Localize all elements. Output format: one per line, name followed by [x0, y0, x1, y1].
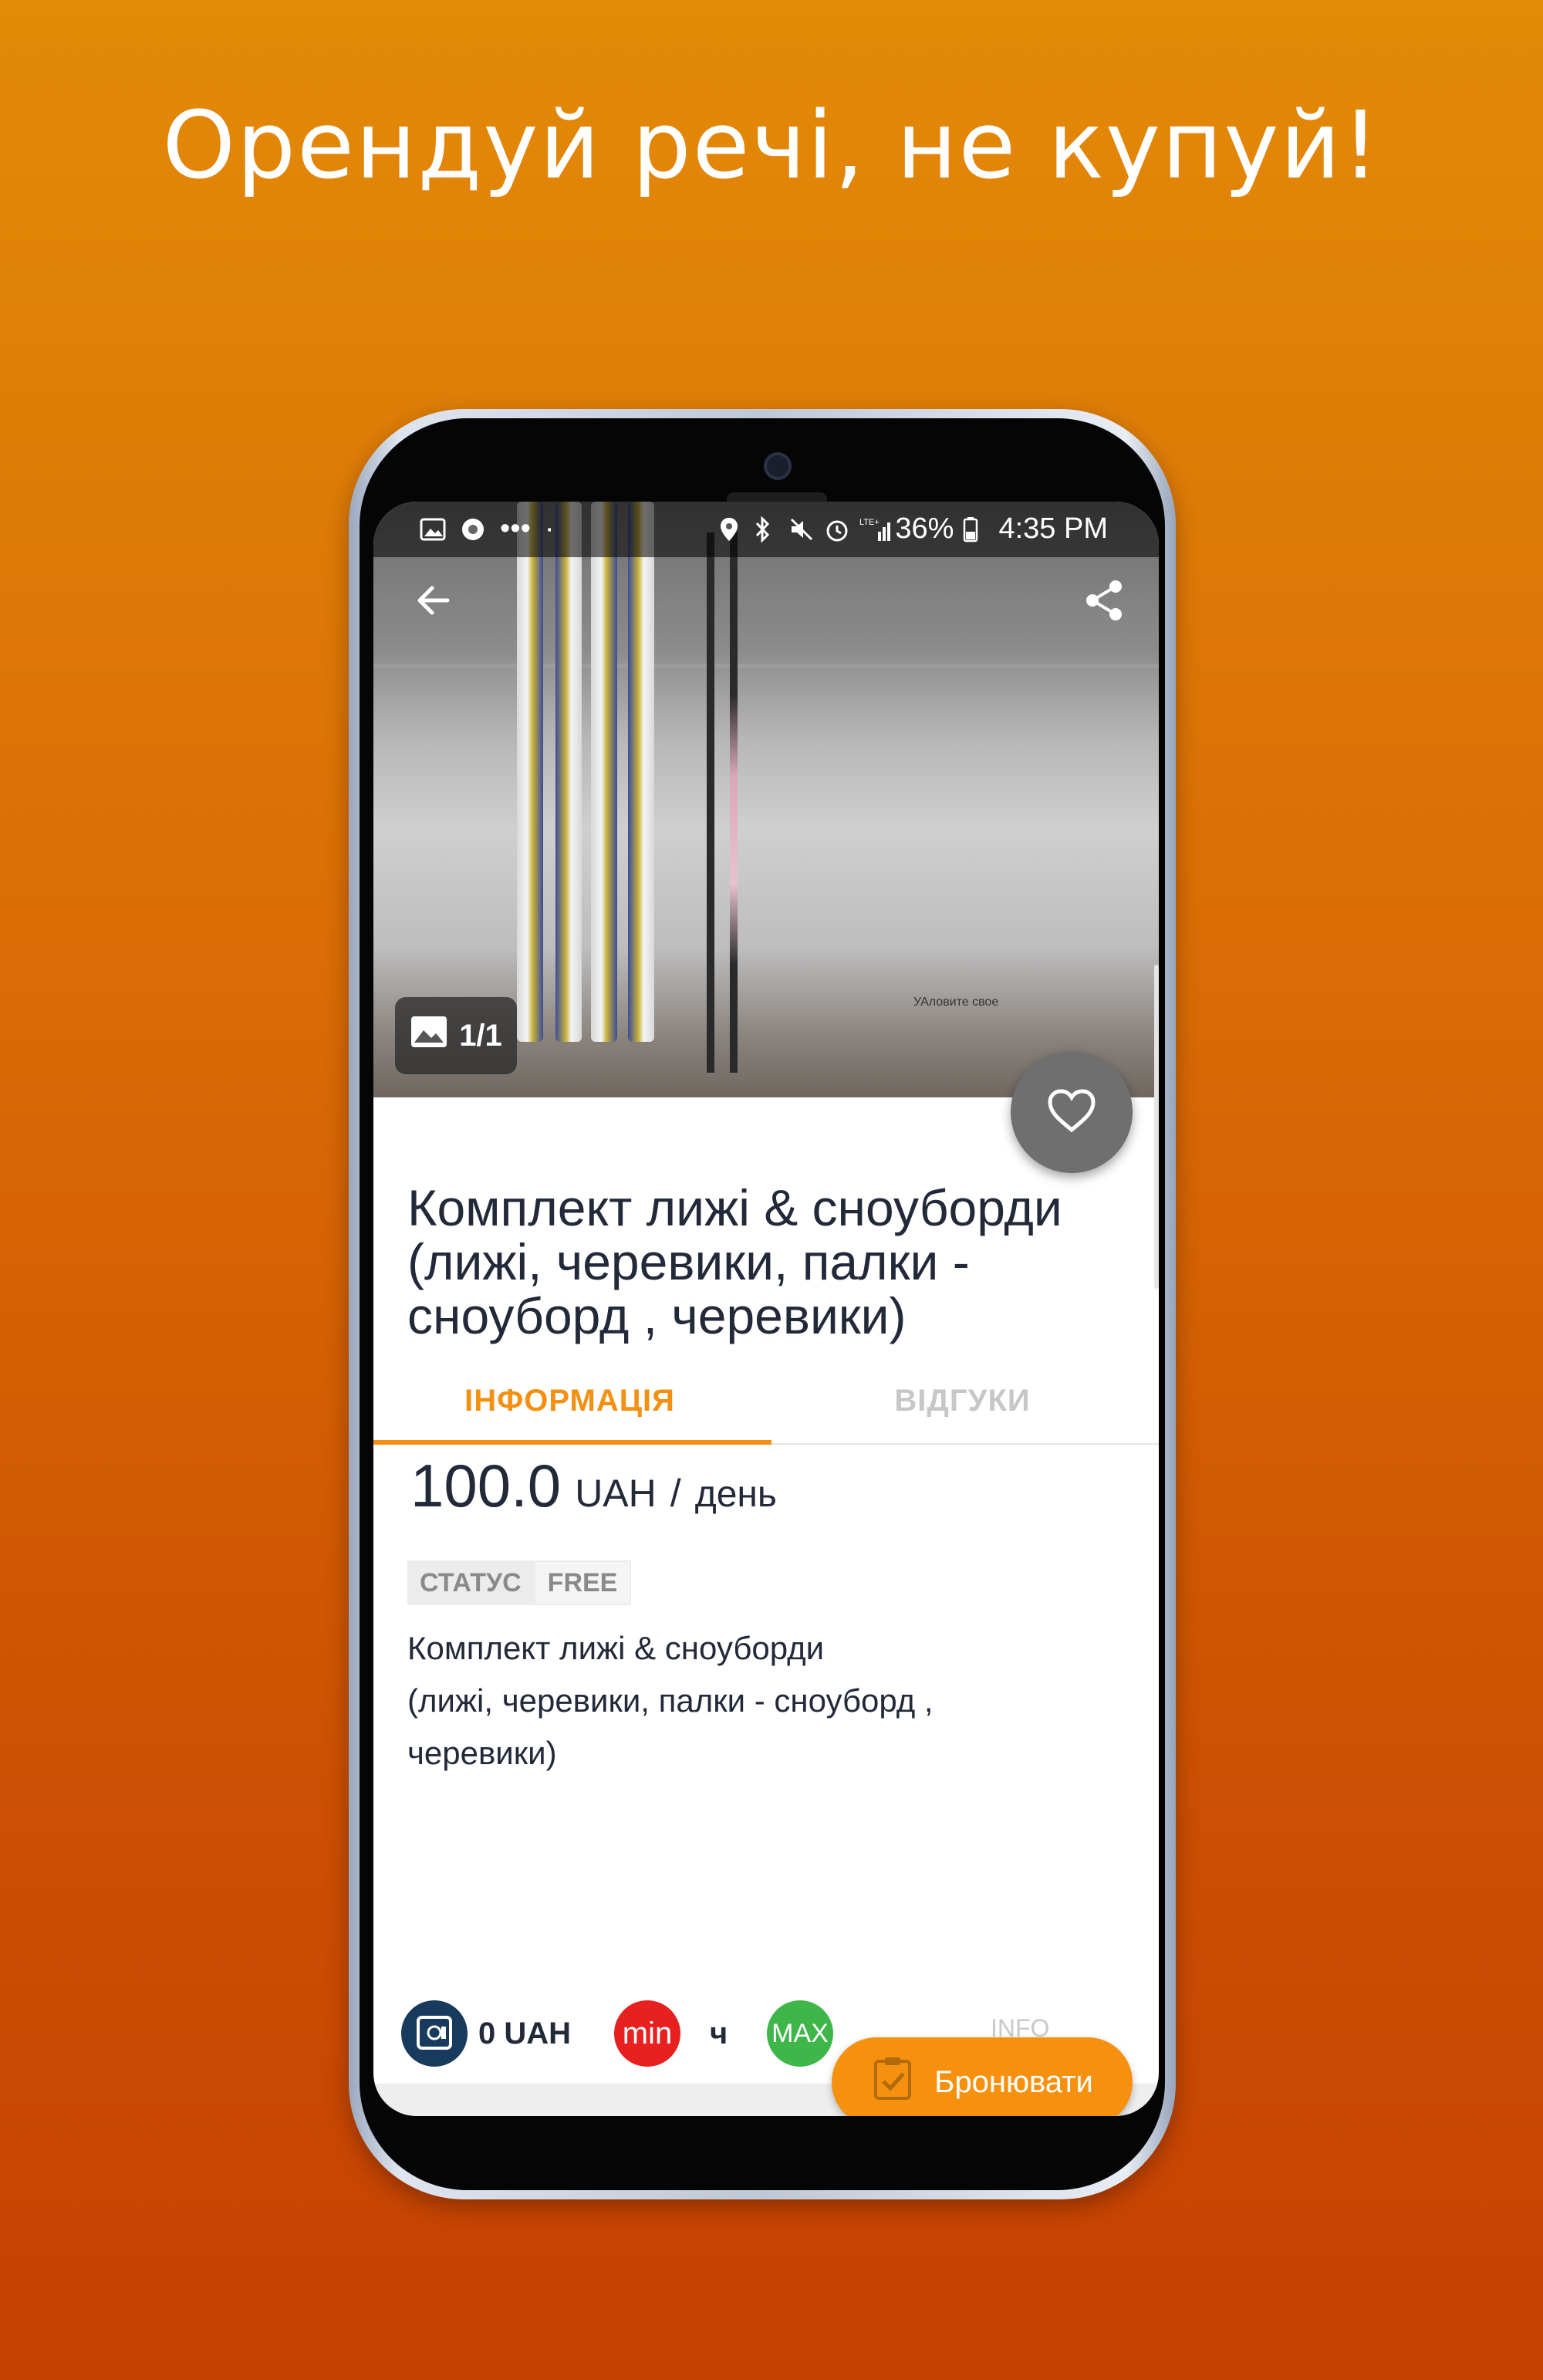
min-value: ч [710, 2016, 728, 2050]
photo-pole-1 [707, 532, 714, 1073]
tab-indicator [373, 1440, 772, 1445]
heart-icon [1047, 1088, 1096, 1137]
photo-pole-2 [730, 532, 738, 1073]
more-notifications-icon: ••• [500, 512, 531, 545]
front-camera [764, 452, 792, 480]
dot-icon: · [544, 512, 555, 545]
max-rental[interactable]: MAX [767, 2000, 833, 2067]
tab-reviews[interactable]: ВІДГУКИ [766, 1358, 1159, 1443]
mute-icon [788, 516, 815, 543]
photo-ski-2 [555, 502, 582, 1042]
alarm-icon [824, 516, 850, 543]
signal-lte-icon: LTE+ [859, 516, 891, 543]
price-amount: 100.0 [410, 1452, 562, 1520]
deposit-value: 0 UAH [478, 2016, 572, 2050]
book-button[interactable]: Бронювати [832, 2037, 1133, 2116]
min-badge: min [614, 2000, 680, 2067]
svg-text:LTE+: LTE+ [859, 518, 880, 527]
image-icon [410, 1015, 448, 1056]
battery-percent: 36% [895, 512, 954, 545]
status-bar: ••• · LTE+ 36% 4:35 PM [373, 502, 1159, 557]
status-key: СТАТУС [407, 1560, 534, 1605]
bluetooth-icon [753, 515, 779, 543]
photo-ski-1 [517, 502, 543, 1042]
battery-icon [963, 516, 989, 543]
share-icon[interactable] [1082, 577, 1128, 627]
safe-icon [401, 2000, 468, 2067]
status-badge: СТАТУС FREE [407, 1560, 632, 1605]
photo-counter[interactable]: 1/1 [395, 997, 517, 1074]
app-notification-icon [460, 516, 486, 543]
back-arrow-icon[interactable] [412, 579, 455, 626]
photo-counter-text: 1/1 [459, 1018, 502, 1053]
photo-ski-3 [591, 502, 617, 1042]
product-photo: УАловите свое 1/1 [373, 502, 1159, 1097]
price: 100.0 UAH / день [410, 1451, 777, 1521]
deposit[interactable]: 0 UAH [401, 2000, 571, 2067]
price-separator: / [670, 1472, 681, 1515]
clock: 4:35 PM [998, 512, 1108, 545]
tab-info[interactable]: ІНФОРМАЦІЯ [373, 1358, 766, 1443]
app-screen: УАловите свое 1/1 ••• · LTE+ 36% 4:35 PM… [373, 502, 1159, 2116]
promo-headline: Орендуй речі, не купуй! [162, 93, 1381, 200]
max-badge: MAX [767, 2000, 833, 2067]
status-value: FREE [533, 1560, 632, 1605]
price-unit: день [694, 1474, 777, 1515]
tab-bar: ІНФОРМАЦІЯ ВІДГУКИ [373, 1358, 1159, 1445]
product-title: Комплект лижі & сноуборди (лижі, черевик… [407, 1179, 1062, 1344]
price-currency: UAH [575, 1472, 657, 1515]
product-description: Комплект лижі & сноуборди (лижі, черевик… [407, 1630, 934, 1771]
clipboard-check-icon [871, 2055, 914, 2109]
photo-detail [373, 664, 1159, 668]
photo-watermark: УАловите свое [913, 996, 999, 1009]
book-button-label: Бронювати [934, 2064, 1093, 2099]
min-rental[interactable]: min ч [614, 2000, 728, 2067]
scrollbar[interactable] [1154, 965, 1159, 1289]
favorite-button[interactable] [1011, 1051, 1133, 1173]
gallery-notification-icon [420, 516, 446, 543]
photo-ski-4 [628, 502, 654, 1042]
location-icon [717, 516, 744, 543]
